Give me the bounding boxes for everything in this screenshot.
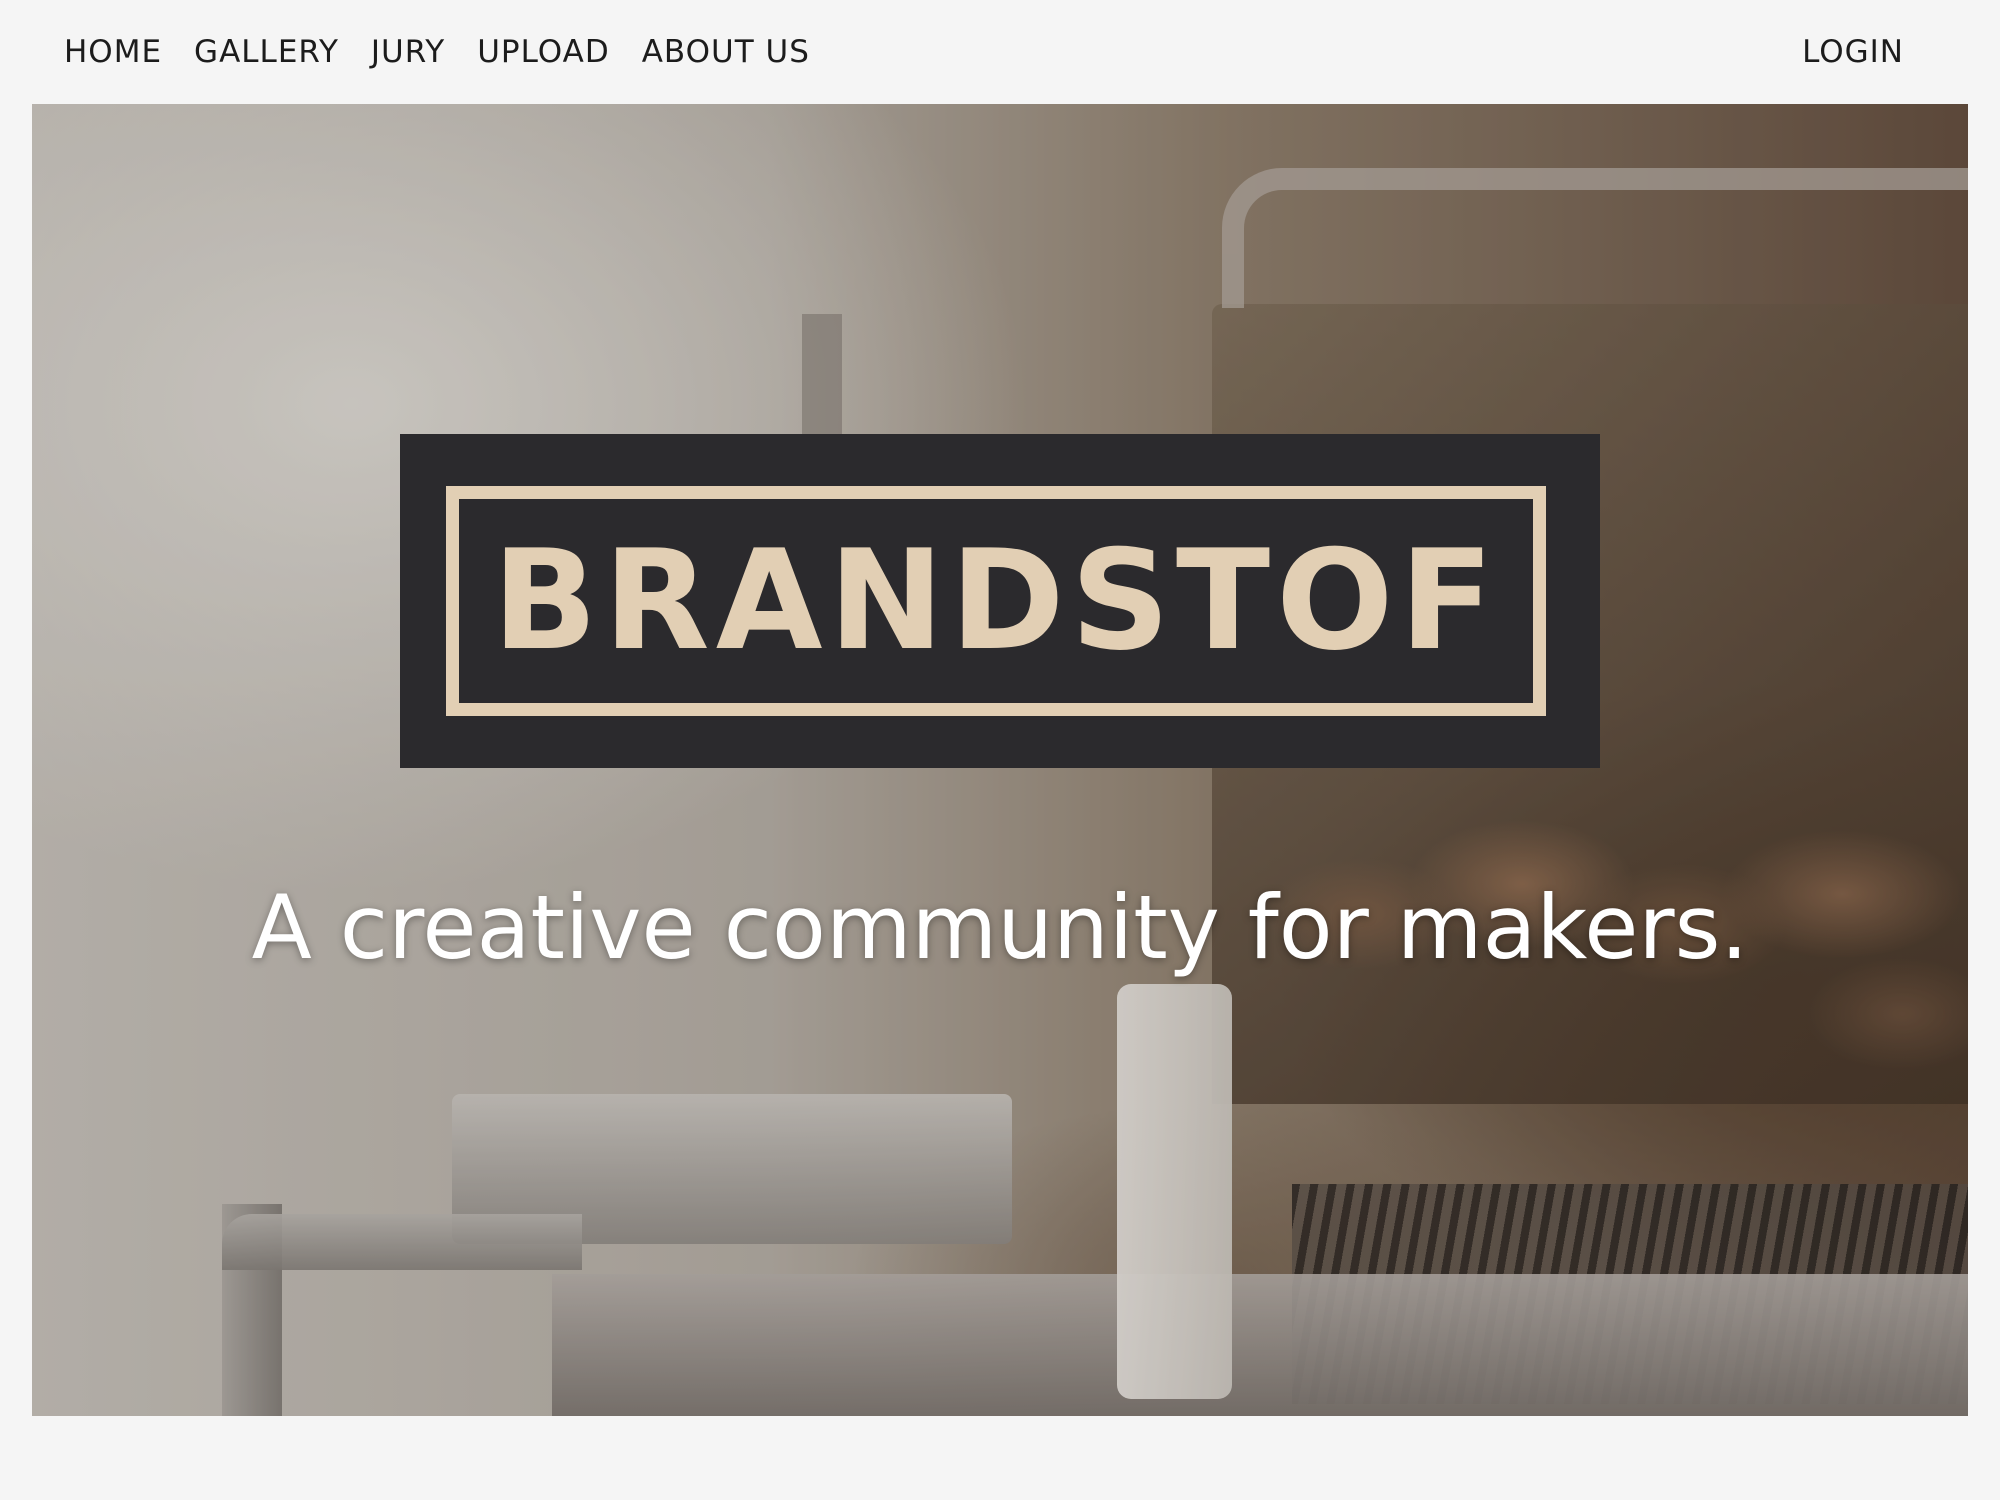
logo-frame: BRANDSTOF xyxy=(446,486,1546,716)
logo-wordmark: BRANDSTOF xyxy=(492,520,1500,681)
login-link[interactable]: LOGIN xyxy=(1802,34,1904,70)
main-nav: HOME GALLERY JURY UPLOAD ABOUT US xyxy=(64,0,810,104)
account-nav: LOGIN xyxy=(1802,0,1904,104)
hero-tagline: A creative community for makers. xyxy=(251,876,1749,979)
nav-jury-link[interactable]: JURY xyxy=(371,34,445,70)
nav-upload-link[interactable]: UPLOAD xyxy=(477,34,609,70)
brandstof-logo: BRANDSTOF xyxy=(400,434,1600,768)
hero-banner: BRANDSTOF A creative community for maker… xyxy=(32,104,1968,1416)
top-navbar: HOME GALLERY JURY UPLOAD ABOUT US LOGIN xyxy=(0,0,2000,104)
nav-home-link[interactable]: HOME xyxy=(64,34,162,70)
nav-gallery-link[interactable]: GALLERY xyxy=(194,34,339,70)
nav-about-us-link[interactable]: ABOUT US xyxy=(642,34,810,70)
